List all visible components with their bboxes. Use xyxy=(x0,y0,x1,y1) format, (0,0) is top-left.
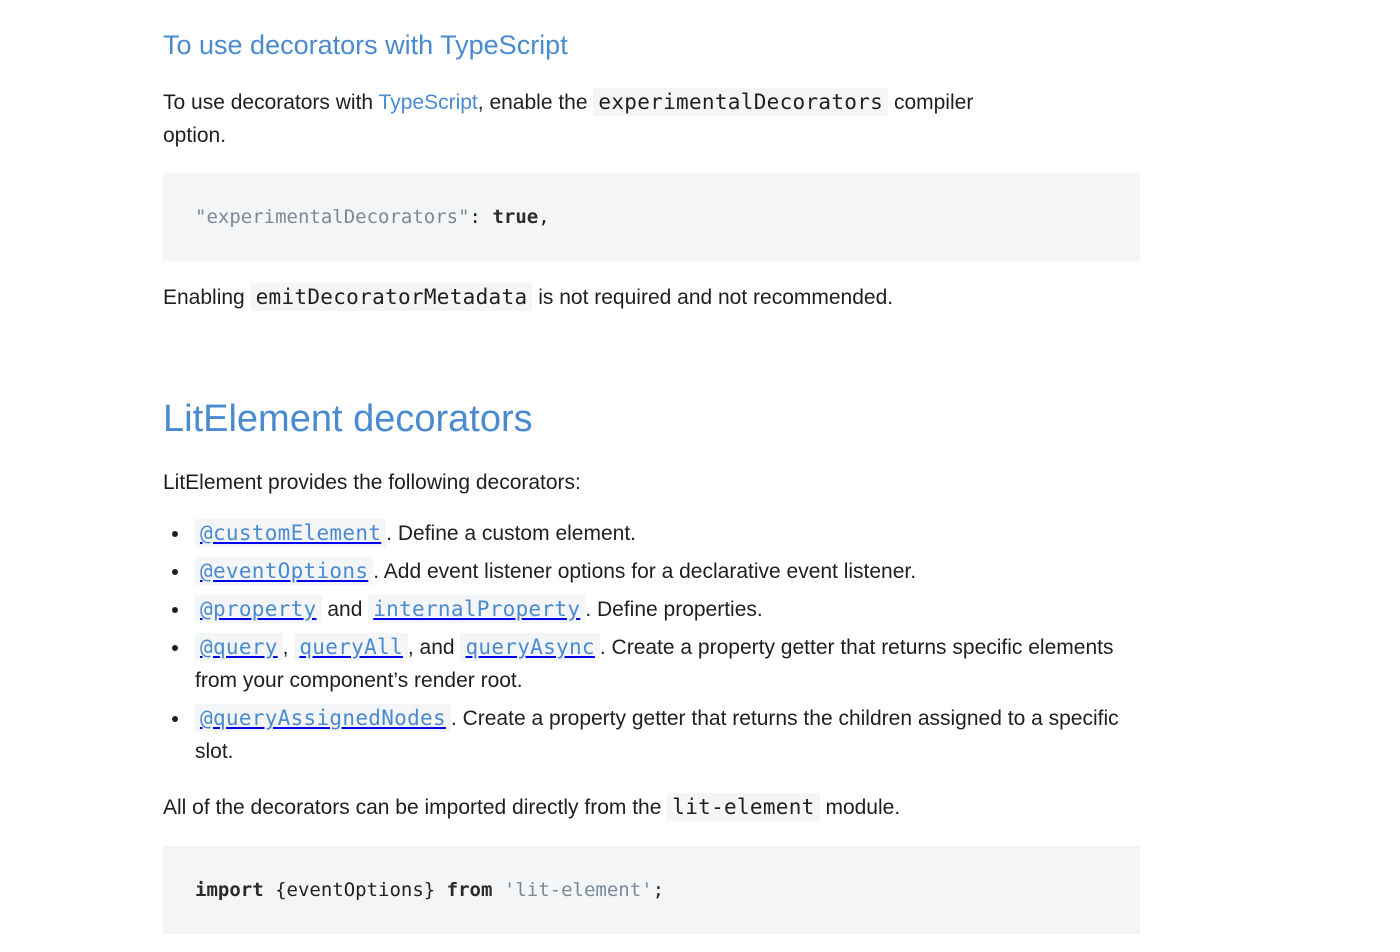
list-item-text: . Define a custom element. xyxy=(386,522,636,545)
code-token-plain: {eventOptions} xyxy=(263,879,447,901)
query-all-link[interactable]: queryAll xyxy=(294,633,408,661)
typescript-paragraph-text: , enable the xyxy=(477,91,594,114)
bullet-icon xyxy=(172,569,178,575)
metadata-note: Enabling emitDecoratorMetadata is not re… xyxy=(163,281,1141,314)
list-item: @query, queryAll, and queryAsync. Create… xyxy=(163,631,1141,697)
import-paragraph-text: module. xyxy=(819,796,901,819)
bullet-icon xyxy=(172,531,178,537)
inline-code-experimental-decorators: experimentalDecorators xyxy=(593,88,889,116)
typescript-link[interactable]: TypeScript xyxy=(379,91,478,114)
metadata-note-text: is not required and not recommended. xyxy=(532,286,894,309)
list-item: @queryAssignedNodes. Create a property g… xyxy=(163,702,1141,768)
inline-code-lit-element: lit-element xyxy=(667,793,820,821)
code-block-tsconfig: "experimentalDecorators": true, xyxy=(163,173,1140,261)
bullet-icon xyxy=(172,716,178,722)
code-block-import: import {eventOptions} from 'lit-element'… xyxy=(163,846,1140,934)
import-paragraph: All of the decorators can be imported di… xyxy=(163,791,1141,824)
metadata-note-text: Enabling xyxy=(163,286,251,309)
inline-code-emit-decorator-metadata: emitDecoratorMetadata xyxy=(250,283,533,311)
event-options-link[interactable]: @eventOptions xyxy=(195,557,374,585)
import-paragraph-text: All of the decorators can be imported di… xyxy=(163,796,668,819)
typescript-paragraph: To use decorators with TypeScript, enabl… xyxy=(163,86,1023,152)
list-item-joiner: , xyxy=(282,636,295,659)
decorators-intro: LitElement provides the following decora… xyxy=(163,471,581,494)
section-heading-typescript: To use decorators with TypeScript xyxy=(163,30,568,60)
list-item-text: . Add event listener options for a decla… xyxy=(373,560,917,583)
list-item: @customElement. Define a custom element. xyxy=(163,517,1141,550)
code-token-punct: ; xyxy=(652,879,665,901)
list-item: @property and internalProperty. Define p… xyxy=(163,593,1141,626)
section-heading-litelement-decorators: LitElement decorators xyxy=(163,398,533,440)
list-item-joiner: , and xyxy=(407,636,461,659)
code-token-keyword: true xyxy=(492,206,539,228)
query-async-link[interactable]: queryAsync xyxy=(460,633,600,661)
property-link[interactable]: @property xyxy=(195,595,322,623)
bullet-icon xyxy=(172,607,178,613)
code-token-punct: : xyxy=(469,206,493,228)
query-assigned-nodes-link[interactable]: @queryAssignedNodes xyxy=(195,704,451,732)
code-token-string: 'lit-element' xyxy=(503,879,653,901)
list-item-joiner: and xyxy=(321,598,369,621)
decorators-list: @customElement. Define a custom element.… xyxy=(163,517,1141,773)
list-item: @eventOptions. Add event listener option… xyxy=(163,555,1141,588)
list-item-text: . Define properties. xyxy=(585,598,763,621)
internal-property-link[interactable]: internalProperty xyxy=(368,595,586,623)
query-link[interactable]: @query xyxy=(195,633,283,661)
custom-element-link[interactable]: @customElement xyxy=(195,519,387,547)
typescript-paragraph-text: To use decorators with xyxy=(163,91,379,114)
code-token-keyword: import xyxy=(195,879,264,901)
code-token-punct: , xyxy=(538,206,550,228)
code-token-keyword: from xyxy=(446,879,493,901)
bullet-icon xyxy=(172,645,178,651)
code-token-string: "experimentalDecorators" xyxy=(195,206,470,228)
